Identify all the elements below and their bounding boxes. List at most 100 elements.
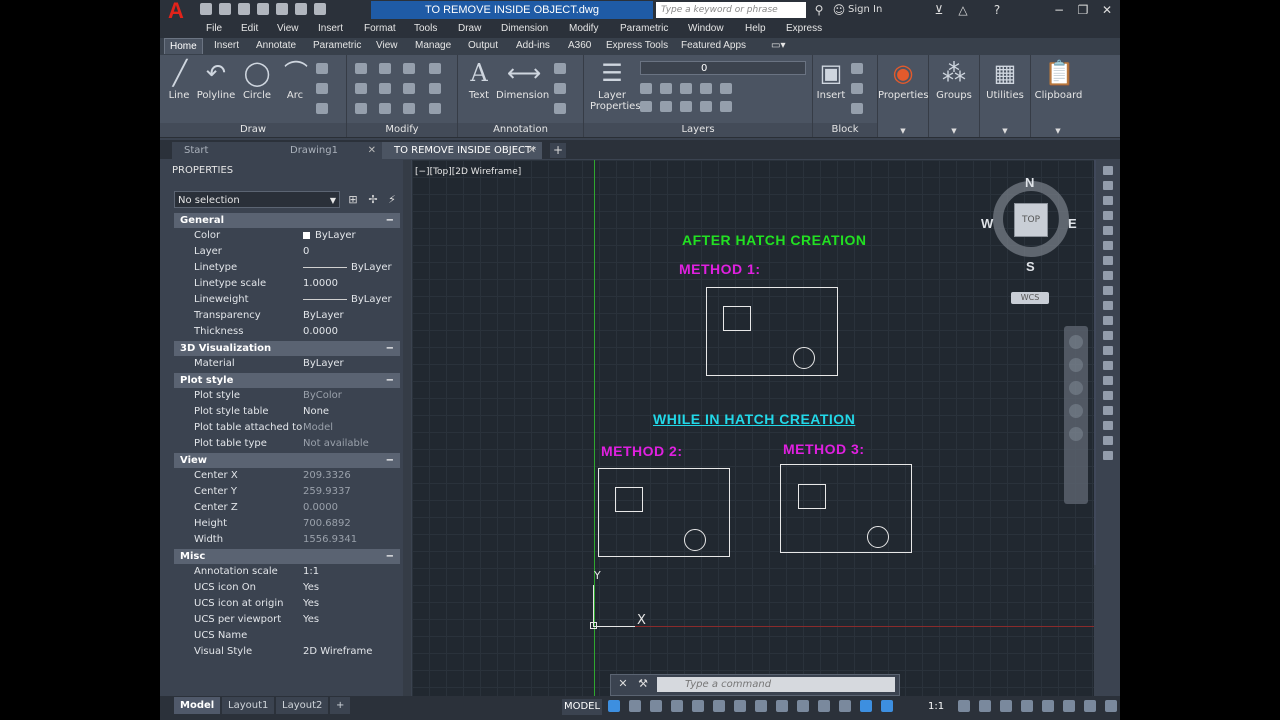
- markup-icon[interactable]: [554, 103, 566, 114]
- layout-tab-model[interactable]: Model: [174, 697, 221, 714]
- property-row[interactable]: Width 1556.9341: [174, 532, 400, 548]
- property-row[interactable]: Plot table type Not available: [174, 436, 400, 452]
- wrench-icon[interactable]: ⚒: [637, 678, 649, 690]
- a360-icon[interactable]: △: [956, 3, 970, 17]
- strip-tool-icon[interactable]: [1103, 196, 1113, 205]
- property-row[interactable]: UCS icon at origin Yes: [174, 596, 400, 612]
- property-row[interactable]: Transparency ByLayer: [174, 308, 400, 324]
- close-tab-icon[interactable]: ✕: [368, 142, 376, 159]
- close-icon[interactable]: ✕: [617, 678, 629, 690]
- text-tool[interactable]: A Text: [462, 59, 496, 101]
- maximize-button[interactable]: ❐: [1072, 0, 1094, 20]
- menu-view[interactable]: View: [277, 23, 299, 34]
- arc-tool[interactable]: ⌒ Arc: [282, 59, 308, 101]
- strip-tool-icon[interactable]: [1103, 166, 1113, 175]
- layer-tool-icon[interactable]: [720, 101, 732, 112]
- lock-ui-icon[interactable]: [1042, 700, 1054, 712]
- strip-tool-icon[interactable]: [1103, 256, 1113, 265]
- polyline-tool[interactable]: ↶ Polyline: [196, 59, 236, 101]
- layer-tool-icon[interactable]: [720, 83, 732, 94]
- method1-boundary-rect[interactable]: [706, 287, 838, 376]
- tab-annotate[interactable]: Annotate: [256, 40, 296, 51]
- tab-insert[interactable]: Insert: [214, 40, 239, 51]
- user-icon[interactable]: ☺: [832, 3, 846, 17]
- tab-add-ins[interactable]: Add-ins: [516, 40, 550, 51]
- palette-side-strip[interactable]: [403, 160, 411, 696]
- compass-north[interactable]: N: [1025, 175, 1034, 190]
- strip-tool-icon[interactable]: [1103, 346, 1113, 355]
- menu-window[interactable]: Window: [688, 23, 724, 34]
- menu-parametric[interactable]: Parametric: [620, 23, 668, 34]
- groups-tool[interactable]: ⁂ Groups: [929, 59, 979, 101]
- collapse-icon[interactable]: −: [386, 213, 394, 228]
- menu-dimension[interactable]: Dimension: [501, 23, 548, 34]
- menu-draw[interactable]: Draw: [458, 23, 481, 34]
- strip-tool-icon[interactable]: [1103, 406, 1113, 415]
- section-view[interactable]: View −: [174, 453, 400, 468]
- properties-tool[interactable]: ◉ Properties: [878, 59, 929, 101]
- tab-parametric[interactable]: Parametric: [313, 40, 361, 51]
- leader-icon[interactable]: [554, 63, 566, 74]
- property-row[interactable]: Plot style table None: [174, 404, 400, 420]
- property-row[interactable]: Thickness 0.0000: [174, 324, 400, 340]
- property-row[interactable]: UCS icon On Yes: [174, 580, 400, 596]
- tab-home[interactable]: Home: [164, 38, 203, 54]
- insert-block-tool[interactable]: ▣ Insert: [815, 59, 847, 101]
- scale-icon[interactable]: [379, 103, 391, 114]
- property-row[interactable]: Plot style ByColor: [174, 388, 400, 404]
- ribbon-toggle-icon[interactable]: ▭▾: [771, 40, 785, 51]
- draw-panel-title[interactable]: Draw: [160, 123, 346, 137]
- layer-tool-icon[interactable]: [680, 83, 692, 94]
- wcs-menu[interactable]: WCS: [1011, 292, 1049, 304]
- layer-tool-icon[interactable]: [660, 83, 672, 94]
- section-plot-style[interactable]: Plot style −: [174, 373, 400, 388]
- property-row[interactable]: Center X 209.3326: [174, 468, 400, 484]
- tab-manage[interactable]: Manage: [415, 40, 451, 51]
- annotation-monitor-icon[interactable]: [979, 700, 991, 712]
- search-input[interactable]: Type a keyword or phrase: [656, 2, 806, 18]
- dynamic-ucs-icon[interactable]: [818, 700, 830, 712]
- new-tab-button[interactable]: +: [550, 143, 566, 158]
- menu-edit[interactable]: Edit: [241, 23, 258, 34]
- zoom-icon[interactable]: [1069, 381, 1083, 395]
- model-space-button[interactable]: MODEL: [562, 699, 602, 715]
- close-button[interactable]: ✕: [1096, 0, 1118, 20]
- chevron-down-icon[interactable]: ▼: [898, 127, 908, 135]
- strip-tool-icon[interactable]: [1103, 376, 1113, 385]
- table-icon[interactable]: [554, 83, 566, 94]
- annotation-panel-title[interactable]: Annotation: [458, 123, 583, 137]
- dynamic-input-icon[interactable]: [839, 700, 851, 712]
- quick-select-icon[interactable]: ⚡: [386, 194, 398, 206]
- property-row[interactable]: Height 700.6892: [174, 516, 400, 532]
- select-objects-icon[interactable]: ✢: [367, 194, 379, 206]
- layer-tool-icon[interactable]: [640, 83, 652, 94]
- property-row[interactable]: UCS Name: [174, 628, 400, 644]
- layer-tool-icon[interactable]: [700, 101, 712, 112]
- strip-tool-icon[interactable]: [1103, 421, 1113, 430]
- auto-scale-icon[interactable]: [881, 700, 893, 712]
- collapse-icon[interactable]: −: [386, 453, 394, 468]
- section-general[interactable]: General −: [174, 213, 400, 228]
- menu-express[interactable]: Express: [786, 23, 822, 34]
- tab-a360[interactable]: A360: [568, 40, 591, 51]
- property-row[interactable]: Center Y 259.9337: [174, 484, 400, 500]
- layer-tool-icon[interactable]: [640, 101, 652, 112]
- section-misc[interactable]: Misc −: [174, 549, 400, 564]
- method2-boundary-rect[interactable]: [598, 468, 730, 557]
- pan-icon[interactable]: [1069, 358, 1083, 372]
- property-row[interactable]: Color ByLayer: [174, 228, 400, 244]
- selection-dropdown[interactable]: No selection ▼: [174, 191, 340, 208]
- property-row[interactable]: Lineweight ByLayer: [174, 292, 400, 308]
- sign-in-button[interactable]: Sign In: [848, 3, 882, 17]
- grid-icon[interactable]: [608, 700, 620, 712]
- cart-icon[interactable]: ⊻: [932, 3, 946, 17]
- fillet-icon[interactable]: [403, 83, 415, 94]
- isolate-objects-icon[interactable]: [1063, 700, 1075, 712]
- method3-inner-circle[interactable]: [867, 526, 889, 548]
- strip-tool-icon[interactable]: [1103, 436, 1113, 445]
- mirror-icon[interactable]: [379, 83, 391, 94]
- save-as-icon[interactable]: [257, 3, 269, 15]
- add-layout-button[interactable]: +: [330, 697, 351, 714]
- layer-tool-icon[interactable]: [660, 101, 672, 112]
- transparency-icon[interactable]: [776, 700, 788, 712]
